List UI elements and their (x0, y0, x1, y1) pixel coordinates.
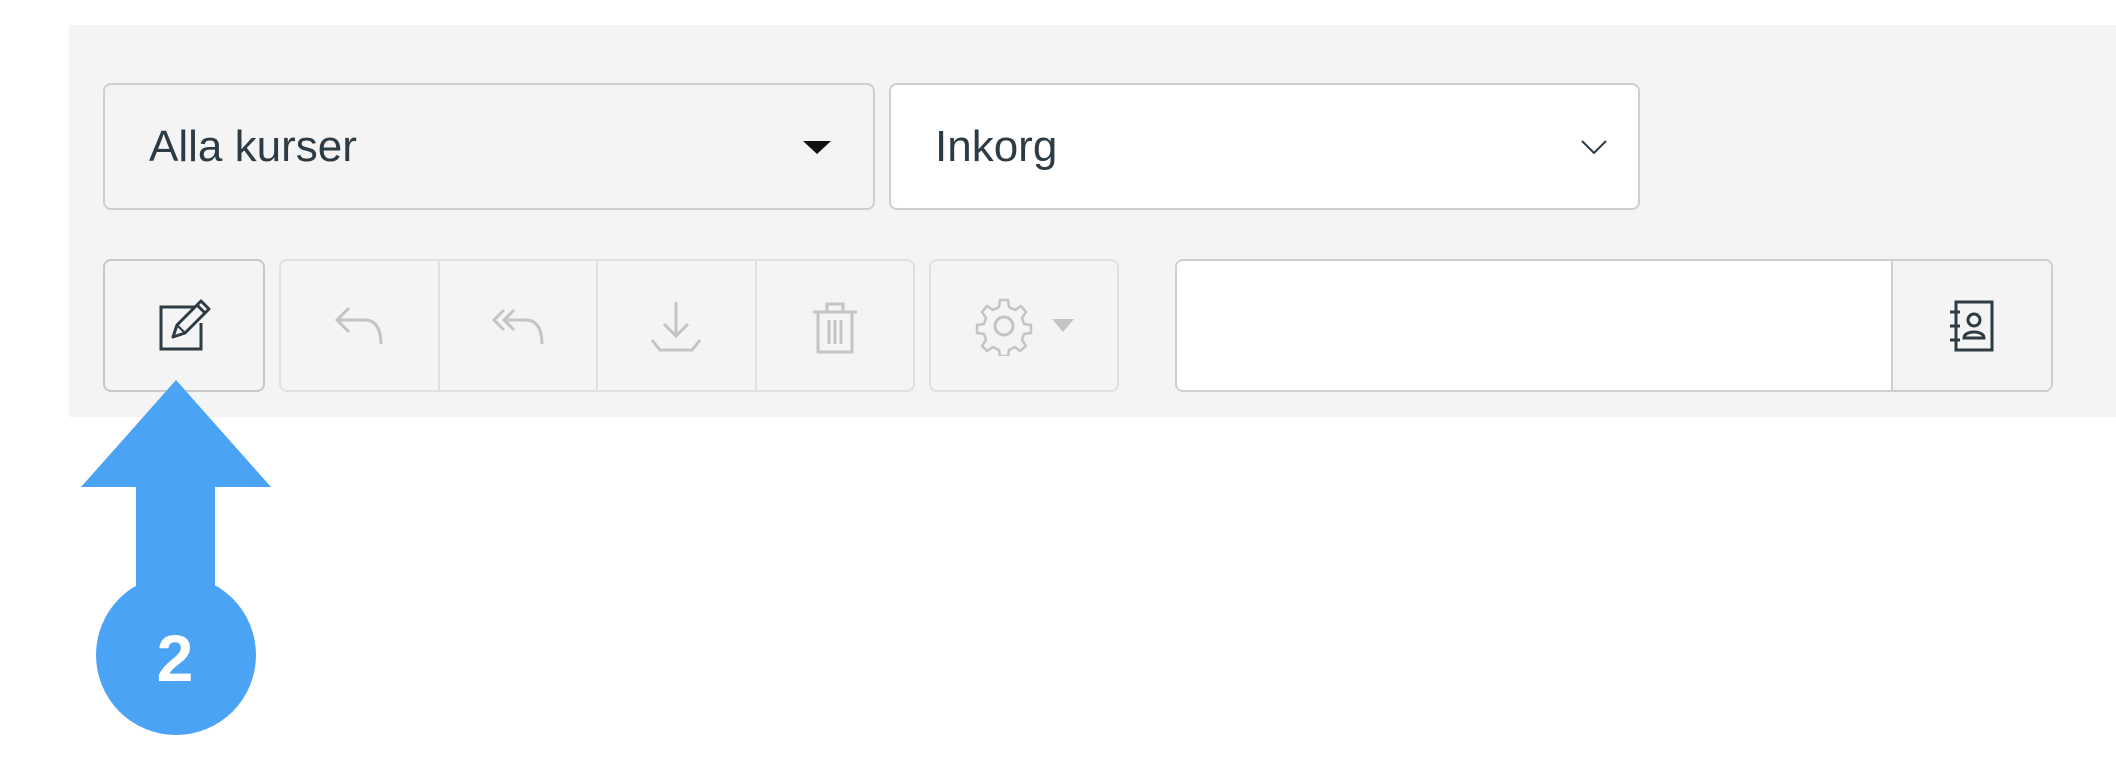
reply-icon (335, 306, 383, 344)
mailbox-filter-value: Inkorg (935, 122, 1058, 171)
search-recipient-field (1175, 259, 2053, 392)
archive-button[interactable] (598, 261, 757, 390)
mailbox-filter-select[interactable]: Inkorg (889, 83, 1640, 210)
address-book-icon (1950, 300, 1994, 351)
reply-all-icon (491, 308, 544, 344)
course-filter-select[interactable]: Alla kurser (103, 83, 875, 210)
compose-button[interactable] (103, 259, 265, 392)
archive-icon (651, 301, 702, 351)
step-number-badge: 2 (156, 620, 194, 695)
caret-down-icon (1052, 319, 1074, 332)
compose-icon (159, 299, 211, 350)
search-input[interactable] (1177, 261, 1891, 390)
reply-button[interactable] (281, 261, 440, 390)
address-book-button[interactable] (1891, 261, 2051, 390)
chevron-down-icon (1581, 140, 1607, 155)
caret-down-icon (803, 141, 831, 154)
course-filter-value: Alla kurser (149, 122, 357, 171)
trash-icon (812, 302, 857, 353)
gear-icon (975, 298, 1033, 356)
message-actions-group (279, 259, 915, 392)
settings-menu-button[interactable] (929, 259, 1119, 392)
delete-button[interactable] (757, 261, 914, 390)
reply-all-button[interactable] (440, 261, 598, 390)
